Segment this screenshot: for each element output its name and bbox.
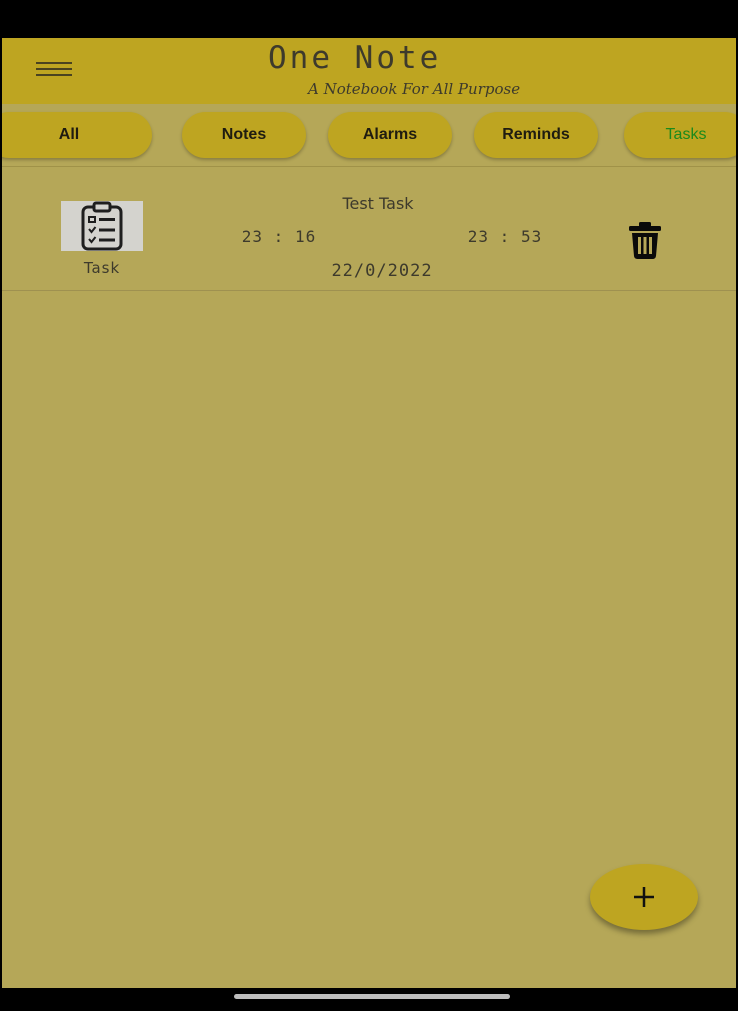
app-title: One Note (268, 40, 442, 76)
tab-reminds[interactable]: Reminds (474, 112, 598, 158)
system-nav-bar (0, 988, 738, 1011)
tab-notes[interactable]: Notes (182, 112, 306, 158)
home-indicator[interactable] (234, 994, 510, 999)
clipboard-checklist-icon (61, 201, 143, 251)
category-tabs: All Notes Alarms Reminds Tasks (2, 104, 736, 167)
app-bar: One Note A Notebook For All Purpose (2, 38, 736, 104)
task-end-time: 23 : 53 (467, 227, 543, 246)
plus-icon (634, 887, 654, 907)
task-type-label: Task (83, 259, 121, 277)
task-start-time: 23 : 16 (241, 227, 317, 246)
add-button[interactable] (590, 864, 698, 930)
tab-alarms[interactable]: Alarms (328, 112, 452, 158)
tab-tasks[interactable]: Tasks (624, 112, 736, 158)
task-title: Test Task (342, 194, 414, 213)
app-screen: One Note A Notebook For All Purpose All … (2, 38, 736, 988)
status-bar (0, 0, 738, 38)
task-date: 22/0/2022 (331, 261, 433, 281)
delete-trash-icon[interactable] (626, 220, 664, 260)
app-subtitle: A Notebook For All Purpose (308, 80, 521, 98)
tab-all[interactable]: All (2, 112, 152, 158)
task-list-item[interactable]: Task Test Task 23 : 16 23 : 53 22/0/2022 (2, 166, 736, 291)
hamburger-menu-icon[interactable] (36, 62, 72, 80)
